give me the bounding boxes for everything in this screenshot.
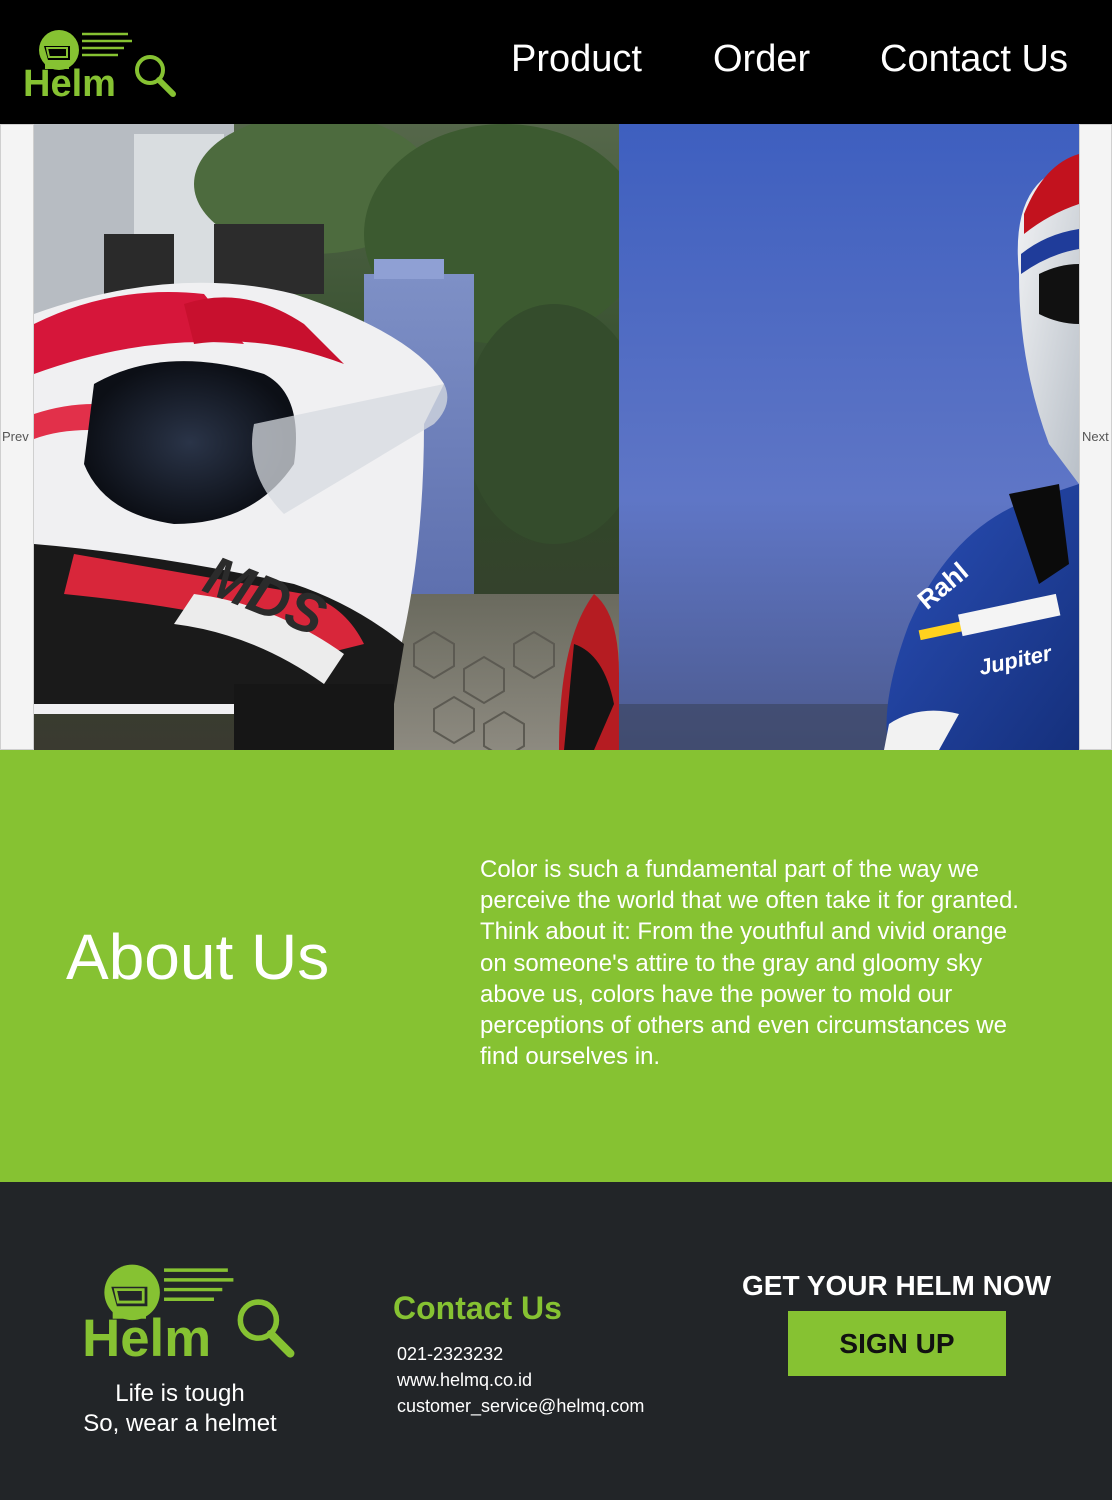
- tagline-line-2: So, wear a helmet: [83, 1410, 277, 1437]
- cta-title: GET YOUR HELM NOW: [742, 1270, 1052, 1301]
- helm-logo[interactable]: Helm: [20, 24, 180, 100]
- slider-next-button[interactable]: Next: [1082, 429, 1109, 444]
- nav-product[interactable]: Product: [511, 38, 642, 81]
- footer-logo-wordmark: Helm: [82, 1309, 211, 1362]
- contact-phone: 021-2323232: [397, 1344, 504, 1364]
- slide-image-helmet: MDS: [34, 124, 619, 750]
- speed-lines-icon: [164, 1268, 234, 1302]
- about-section: About Us Color is such a fundamental par…: [0, 750, 1112, 1182]
- tagline-line-1: Life is tough: [115, 1380, 245, 1407]
- nav-contact-us[interactable]: Contact Us: [880, 38, 1068, 81]
- sign-up-button[interactable]: SIGN UP: [788, 1311, 1006, 1376]
- footer: Helm Life is tough So, wear a helmet Con…: [0, 1182, 1112, 1500]
- logo-wordmark: Helm: [23, 63, 116, 100]
- image-slider: Prev Next MDS Rahl Jupiter: [0, 124, 1112, 750]
- slider-prev-button[interactable]: Prev: [2, 429, 29, 444]
- about-title: About Us: [66, 921, 330, 993]
- magnifier-icon: [237, 1299, 295, 1358]
- contact-email-link[interactable]: customer_service@helmq.com: [397, 1396, 644, 1417]
- speed-lines-icon: [82, 32, 132, 57]
- top-navbar: Helm Product Order Contact Us: [0, 0, 1112, 124]
- slide-image-racer: Rahl Jupiter: [619, 124, 1079, 750]
- footer-contact-title: Contact Us: [393, 1290, 562, 1326]
- footer-helm-logo[interactable]: Helm: [78, 1256, 300, 1362]
- magnifier-icon: [135, 55, 176, 97]
- about-text: Color is such a fundamental part of the …: [480, 856, 1019, 1071]
- contact-website-link[interactable]: www.helmq.co.id: [397, 1370, 532, 1391]
- nav-order[interactable]: Order: [713, 38, 810, 81]
